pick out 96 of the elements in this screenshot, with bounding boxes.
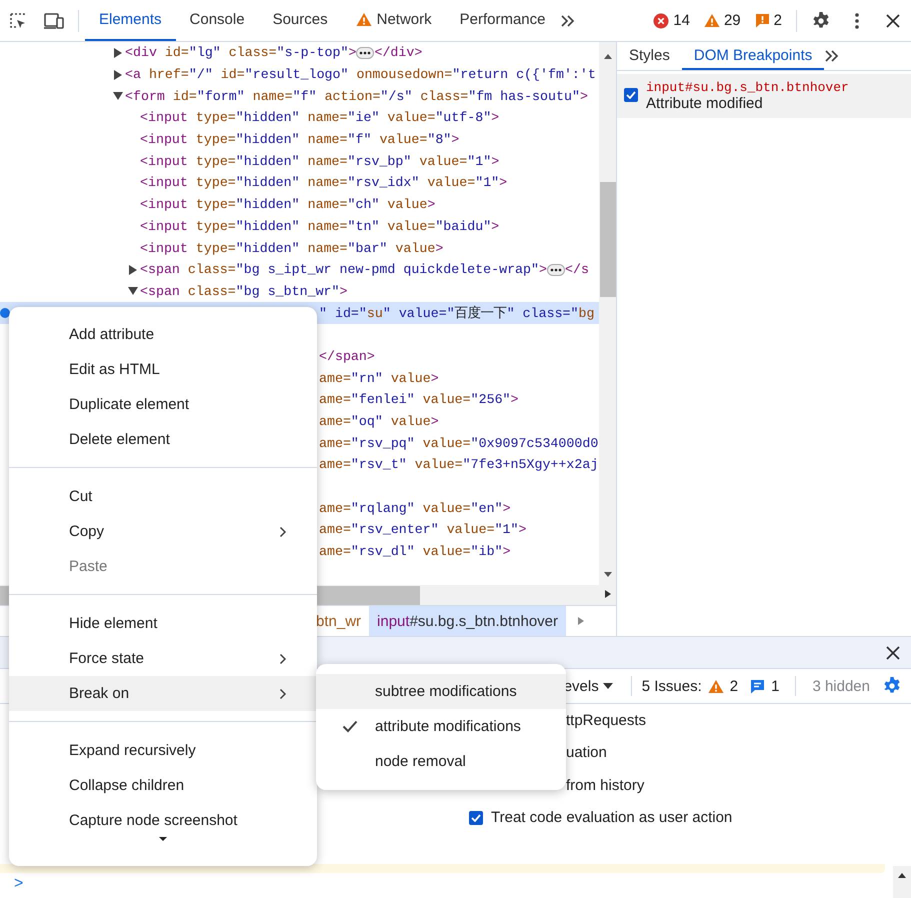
more-options-icon[interactable] [854,12,860,30]
expanded-arrow-icon [128,286,138,296]
close-icon[interactable] [886,646,900,660]
code-line: ame="oq" value> [319,414,439,430]
panel-tab[interactable]: Performance [446,0,560,41]
code-line: ame="rsv_enter" value="1"> [319,522,527,538]
collapsed-arrow-icon [113,48,123,58]
counter-text[interactable]: 14 [673,12,690,29]
breadcrumb[interactable]: input#su.bg.s_btn.btnhover [369,606,566,636]
closing-tag: </s [564,262,589,278]
hidden-count[interactable]: 3 hidden [812,678,870,694]
ellipsis-icon[interactable] [356,46,374,59]
menu-item[interactable]: node removal [316,744,566,779]
code-line: <form id="form" name="f" action="/s" class="fm has-soutu"> [125,88,588,104]
panel-tab[interactable]: Console [176,0,259,41]
panel-tab[interactable]: Elements [85,0,176,41]
console-prompt[interactable]: > [14,875,24,893]
menu-item[interactable]: Force state [9,641,317,676]
sidebar-tab[interactable]: DOM Breakpoints [682,42,824,70]
menu-item[interactable]: Expand recursively [9,733,317,768]
counter-text[interactable]: 2 [774,12,782,29]
panel-tab[interactable]: Network [342,0,446,41]
collapsed-arrow-icon [128,264,138,275]
code-line: <span class="bg s_btn_wr"> [140,284,348,299]
warning-icon [704,13,720,28]
code-line: ame="rn" value> [319,370,439,386]
counter-text[interactable]: 29 [724,12,741,29]
menu-item[interactable]: attribute modifications [316,709,566,744]
menu-item[interactable]: Break on [9,676,317,711]
counter-text[interactable]: 2 [730,678,738,694]
sidebar-tab[interactable]: Styles [617,42,682,70]
check-icon [342,720,358,733]
caret-icon [602,681,613,691]
issues-label[interactable]: 5 Issues: [642,678,702,694]
closing-tag: </div> [374,45,422,60]
collapsed-arrow-icon [113,70,123,80]
setting-label: Treat code evaluation as user action [491,809,732,826]
panel-tab[interactable]: Sources [258,0,342,41]
code-line: <input type="hidden" name="f" value="8"> [140,132,460,148]
warning-icon [356,12,372,27]
message-icon [750,678,766,694]
code-line: <span class="bg s_ipt_wr new-pmd quickdelete-wrap"> [140,262,547,278]
menu-item[interactable]: Add attribute [9,317,317,352]
chevron-icon [279,688,287,700]
code-line: ame="rsv_pq" value="0x9097c534000d0 [319,436,598,451]
menu-item[interactable]: Cut [9,479,317,514]
warning-icon [708,678,724,694]
device-icon[interactable] [43,12,65,30]
code-line: <input type="hidden" name="bar" value> [140,240,444,256]
code-line: ame="rsv_t" value="7fe3+n5Xgy++x2aj [319,457,598,472]
code-line: ame="fenlei" value="256"> [319,392,519,408]
menu-item[interactable]: Capture node screenshot [9,803,317,838]
scrollbar-thumb[interactable] [600,182,616,297]
counter-text[interactable]: 1 [771,678,780,694]
setting-label: from history [566,776,644,794]
menu-item[interactable]: Edit as HTML [9,352,317,387]
check-icon [626,91,636,99]
code-line: " id="su" value="百度一下" class="bg [319,304,594,322]
menu-item[interactable]: Delete element [9,422,317,457]
check-icon [471,814,481,822]
setting-label: uation [566,744,607,762]
code-line: <input type="hidden" name="ch" value> [140,197,436,212]
scroll-right-icon [603,589,613,599]
expanded-arrow-icon [113,91,123,102]
code-line: </span> [319,348,375,364]
code-line: <a href="/" id="result_logo" onmousedown="return c({'fm':'t [125,67,596,82]
chevron-icon [279,652,287,664]
code-line: <input type="hidden" name="rsv_bp" value="1"> [140,154,500,169]
more-tabs-icon[interactable] [824,49,840,63]
inspect-icon[interactable] [8,10,28,30]
code-line: ame="rsv_dl" value="ib"> [319,544,511,560]
code-line: <input type="hidden" name="tn" value="baidu"> [140,218,500,234]
breakpoint-selector: input#su.bg.s_btn.btnhover [646,80,849,95]
settings-icon[interactable] [811,10,831,30]
menu-item[interactable]: Collapse children [9,768,317,803]
breakpoint-type: Attribute modified [646,95,764,112]
more-tabs-icon[interactable] [560,14,576,28]
setting-label: ttpRequests [566,712,646,729]
ellipsis-icon[interactable] [546,264,565,276]
menu-item[interactable]: subtree modifications [316,674,566,709]
chevron-icon [279,526,287,538]
menu-item[interactable]: Duplicate element [9,387,317,422]
issue-icon [754,13,770,28]
menu-item[interactable]: Hide element [9,606,317,641]
scroll-down-icon [158,834,168,844]
checkbox[interactable] [624,88,638,102]
code-line: <div id="lg" class="s-p-top"> [125,45,356,60]
scroll-right-icon [576,616,586,626]
code-line: <input type="hidden" name="rsv_idx" value="1"> [140,175,508,190]
checkbox[interactable] [469,810,483,825]
code-line: <input type="hidden" name="ie" value="utf-8"> [140,110,500,126]
close-icon[interactable] [886,14,900,28]
menu-item[interactable]: Copy [9,514,317,549]
scrollbar[interactable] [599,42,616,585]
code-line: ame="rqlang" value="en"> [319,500,511,516]
error-icon [653,12,670,28]
